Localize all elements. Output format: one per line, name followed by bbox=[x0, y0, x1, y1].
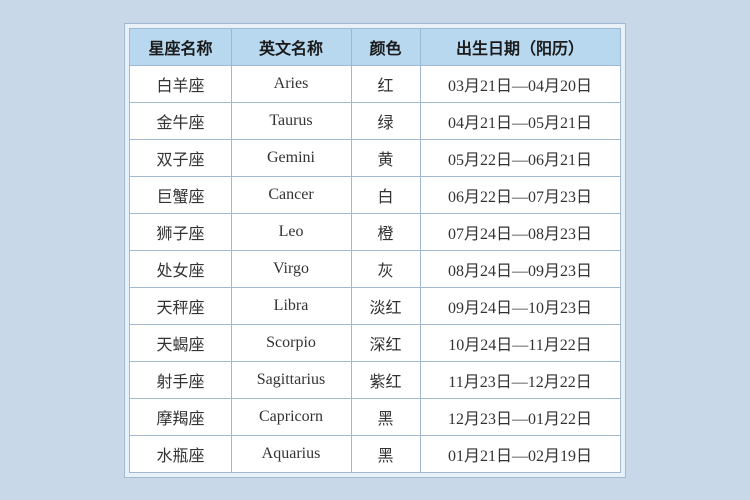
table-body: 白羊座Aries红03月21日—04月20日金牛座Taurus绿04月21日—0… bbox=[130, 65, 620, 472]
table-row: 水瓶座Aquarius黑01月21日—02月19日 bbox=[130, 435, 620, 472]
cell-english: Capricorn bbox=[231, 398, 351, 435]
cell-date: 05月22日—06月21日 bbox=[420, 139, 620, 176]
cell-chinese: 金牛座 bbox=[130, 102, 231, 139]
cell-color: 黑 bbox=[351, 435, 420, 472]
table-row: 天秤座Libra淡红09月24日—10月23日 bbox=[130, 287, 620, 324]
cell-english: Scorpio bbox=[231, 324, 351, 361]
cell-chinese: 狮子座 bbox=[130, 213, 231, 250]
cell-english: Cancer bbox=[231, 176, 351, 213]
cell-date: 01月21日—02月19日 bbox=[420, 435, 620, 472]
cell-chinese: 水瓶座 bbox=[130, 435, 231, 472]
header-english: 英文名称 bbox=[231, 28, 351, 65]
table-row: 白羊座Aries红03月21日—04月20日 bbox=[130, 65, 620, 102]
cell-english: Aquarius bbox=[231, 435, 351, 472]
cell-color: 深红 bbox=[351, 324, 420, 361]
cell-date: 06月22日—07月23日 bbox=[420, 176, 620, 213]
cell-chinese: 处女座 bbox=[130, 250, 231, 287]
cell-color: 绿 bbox=[351, 102, 420, 139]
cell-english: Gemini bbox=[231, 139, 351, 176]
cell-chinese: 巨蟹座 bbox=[130, 176, 231, 213]
cell-english: Virgo bbox=[231, 250, 351, 287]
table-header-row: 星座名称 英文名称 颜色 出生日期（阳历） bbox=[130, 28, 620, 65]
cell-date: 12月23日—01月22日 bbox=[420, 398, 620, 435]
cell-color: 红 bbox=[351, 65, 420, 102]
cell-english: Sagittarius bbox=[231, 361, 351, 398]
cell-chinese: 白羊座 bbox=[130, 65, 231, 102]
header-color: 颜色 bbox=[351, 28, 420, 65]
cell-date: 10月24日—11月22日 bbox=[420, 324, 620, 361]
cell-english: Taurus bbox=[231, 102, 351, 139]
zodiac-table: 星座名称 英文名称 颜色 出生日期（阳历） 白羊座Aries红03月21日—04… bbox=[129, 28, 620, 473]
table-row: 摩羯座Capricorn黑12月23日—01月22日 bbox=[130, 398, 620, 435]
cell-date: 08月24日—09月23日 bbox=[420, 250, 620, 287]
cell-color: 灰 bbox=[351, 250, 420, 287]
cell-chinese: 天秤座 bbox=[130, 287, 231, 324]
table-row: 金牛座Taurus绿04月21日—05月21日 bbox=[130, 102, 620, 139]
cell-english: Leo bbox=[231, 213, 351, 250]
cell-chinese: 双子座 bbox=[130, 139, 231, 176]
table-row: 射手座Sagittarius紫红11月23日—12月22日 bbox=[130, 361, 620, 398]
cell-date: 07月24日—08月23日 bbox=[420, 213, 620, 250]
table-row: 处女座Virgo灰08月24日—09月23日 bbox=[130, 250, 620, 287]
table-row: 巨蟹座Cancer白06月22日—07月23日 bbox=[130, 176, 620, 213]
cell-english: Aries bbox=[231, 65, 351, 102]
table-row: 狮子座Leo橙07月24日—08月23日 bbox=[130, 213, 620, 250]
cell-color: 紫红 bbox=[351, 361, 420, 398]
cell-date: 11月23日—12月22日 bbox=[420, 361, 620, 398]
cell-color: 白 bbox=[351, 176, 420, 213]
cell-color: 黄 bbox=[351, 139, 420, 176]
table-row: 双子座Gemini黄05月22日—06月21日 bbox=[130, 139, 620, 176]
table-container: 星座名称 英文名称 颜色 出生日期（阳历） 白羊座Aries红03月21日—04… bbox=[124, 23, 625, 478]
cell-chinese: 射手座 bbox=[130, 361, 231, 398]
header-chinese: 星座名称 bbox=[130, 28, 231, 65]
cell-chinese: 摩羯座 bbox=[130, 398, 231, 435]
header-date: 出生日期（阳历） bbox=[420, 28, 620, 65]
cell-color: 淡红 bbox=[351, 287, 420, 324]
cell-color: 橙 bbox=[351, 213, 420, 250]
cell-chinese: 天蝎座 bbox=[130, 324, 231, 361]
cell-date: 09月24日—10月23日 bbox=[420, 287, 620, 324]
cell-date: 04月21日—05月21日 bbox=[420, 102, 620, 139]
cell-color: 黑 bbox=[351, 398, 420, 435]
cell-english: Libra bbox=[231, 287, 351, 324]
table-row: 天蝎座Scorpio深红10月24日—11月22日 bbox=[130, 324, 620, 361]
cell-date: 03月21日—04月20日 bbox=[420, 65, 620, 102]
